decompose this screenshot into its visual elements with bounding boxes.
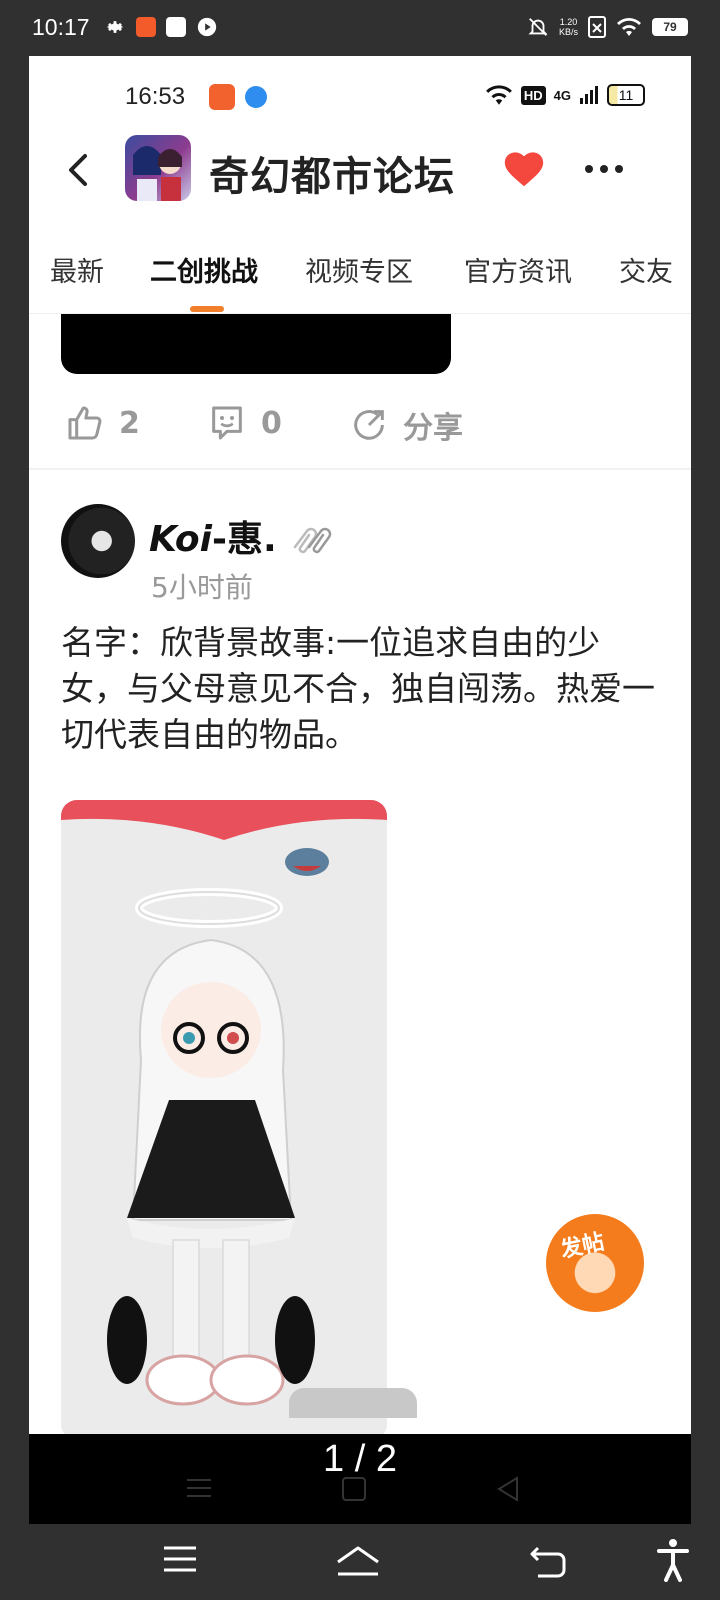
app-screen: 16:53 HD 4G 11 奇幻都市论坛 最新 二创挑战 视频专区 官方资讯 … bbox=[29, 56, 691, 1434]
new-post-button[interactable]: 发帖 bbox=[546, 1214, 644, 1312]
share-icon bbox=[354, 410, 384, 440]
forum-header: 奇幻都市论坛 bbox=[29, 132, 691, 222]
character-illustration bbox=[61, 800, 387, 1434]
user-name[interactable]: Koi-惠. bbox=[149, 510, 333, 562]
wifi-icon bbox=[485, 85, 512, 105]
image-page-pill bbox=[289, 1388, 417, 1418]
forum-avatar[interactable] bbox=[125, 135, 191, 201]
bird-app-icon bbox=[245, 86, 267, 108]
share-button[interactable]: 分享 bbox=[349, 403, 463, 447]
post-time: 5小时前 bbox=[151, 571, 253, 604]
page-indicator: 1 / 2 bbox=[323, 1438, 397, 1480]
back-arrow-icon[interactable] bbox=[59, 150, 99, 190]
faded-back-icon bbox=[497, 1476, 518, 1502]
inner-indicators: HD 4G 11 bbox=[485, 84, 645, 106]
notification-icons bbox=[104, 16, 218, 38]
hd-badge: HD bbox=[520, 85, 546, 105]
battery-indicator: 79 bbox=[652, 18, 688, 36]
thumbs-up-icon bbox=[68, 406, 102, 440]
status-time: 10:17 bbox=[32, 14, 90, 40]
system-status-bar: 10:17 1.20 KB/s 79 bbox=[0, 0, 720, 56]
no-sim-icon bbox=[588, 16, 606, 38]
network-type: 4G bbox=[553, 87, 571, 103]
inner-battery: 11 bbox=[607, 84, 645, 106]
inner-time: 16:53 bbox=[125, 83, 186, 110]
active-tab-indicator bbox=[190, 306, 224, 312]
new-post-label: 发帖 bbox=[558, 1229, 607, 1264]
faded-home-icon bbox=[342, 1477, 366, 1501]
heart-icon[interactable] bbox=[501, 146, 547, 192]
signal-icon bbox=[580, 86, 598, 104]
mute-bell-icon bbox=[528, 18, 548, 36]
tab-latest[interactable]: 最新 bbox=[50, 250, 104, 289]
comment-face-icon bbox=[212, 406, 242, 440]
return-icon[interactable] bbox=[528, 1544, 568, 1578]
tab-official-news[interactable]: 官方资讯 bbox=[464, 250, 572, 289]
comment-count: 0 bbox=[261, 405, 282, 441]
post-image[interactable] bbox=[61, 800, 387, 1434]
faded-menu-icon bbox=[187, 1479, 211, 1497]
forum-title: 奇幻都市论坛 bbox=[209, 154, 455, 200]
home-icon[interactable] bbox=[334, 1544, 382, 1578]
app-notification-icon bbox=[209, 84, 235, 110]
tab-make-friends[interactable]: 交友 bbox=[619, 250, 673, 289]
menu-icon[interactable] bbox=[162, 1544, 198, 1574]
app-notification-icon bbox=[136, 17, 156, 37]
share-label: 分享 bbox=[403, 411, 463, 446]
more-options-icon[interactable] bbox=[585, 158, 629, 180]
gear-icon bbox=[106, 21, 124, 33]
mail-icon bbox=[166, 17, 186, 37]
inner-status-bar: 16:53 HD 4G 11 bbox=[29, 56, 691, 132]
like-count: 2 bbox=[119, 405, 140, 441]
post-text[interactable]: 名字：欣背景故事:一位追求自由的少女，与父母意见不合，独自闯荡。热爱一切代表自由… bbox=[61, 620, 661, 758]
post-divider bbox=[29, 468, 691, 470]
like-button[interactable]: 2 bbox=[65, 403, 140, 443]
category-tabs: 最新 二创挑战 视频专区 官方资讯 交友 bbox=[29, 236, 691, 314]
tab-fan-creation-challenge[interactable]: 二创挑战 bbox=[150, 250, 258, 289]
system-nav-bar bbox=[0, 1524, 720, 1600]
previous-post-media[interactable] bbox=[61, 314, 451, 374]
user-avatar[interactable] bbox=[61, 504, 135, 578]
paperclip-badge-icon bbox=[293, 527, 332, 554]
comment-button[interactable]: 0 bbox=[207, 403, 282, 443]
play-icon bbox=[197, 17, 217, 37]
net-speed: 1.20 KB/s bbox=[558, 17, 578, 37]
image-viewer-bar: 1 / 2 bbox=[29, 1434, 691, 1524]
accessibility-icon[interactable] bbox=[656, 1538, 690, 1582]
previous-post-actions: 2 0 分享 bbox=[29, 391, 691, 471]
wifi-icon bbox=[617, 18, 641, 36]
system-indicators: 1.20 KB/s 79 bbox=[527, 16, 688, 38]
tab-videos[interactable]: 视频专区 bbox=[305, 250, 413, 289]
